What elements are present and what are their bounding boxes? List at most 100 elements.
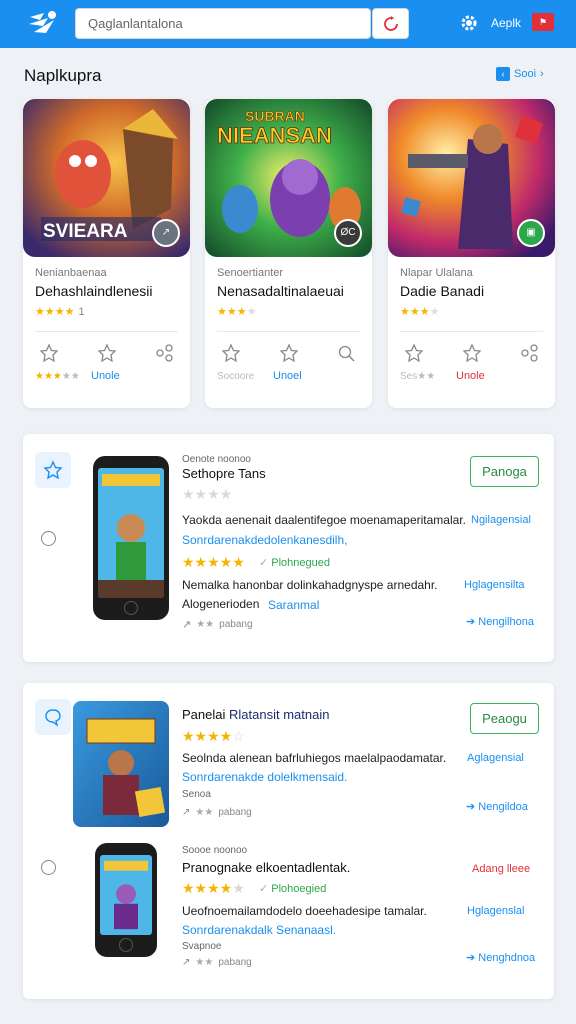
home-button [124,601,138,615]
divider [35,331,178,332]
share-icon: ↗ [182,807,191,818]
share-link[interactable]: ➔ Nengilhona [466,615,534,628]
share-link[interactable]: ➔ Nenghdnoa [466,951,535,964]
app-category: Soooe noonoo [182,845,248,856]
game-name[interactable]: Nenasadaltinalaeuai [217,283,344,299]
top-bar: Aeplk ⚑ [0,0,576,48]
flag-icon[interactable]: ⚑ [532,13,554,31]
divider [400,331,543,332]
home-button [119,938,133,952]
app-title[interactable]: Pranognake elkoentadlentak. [182,860,350,875]
arrow-square-icon: ‹ [496,67,510,81]
game-card[interactable]: SUBRAN NIEANSAN ØC Senoertianter Nenasad… [205,99,372,408]
favorite-icon[interactable] [39,343,59,363]
description-link[interactable]: Hglagenslal [467,905,524,917]
description-link[interactable]: Ngilagensial [471,514,531,526]
share-icon[interactable] [154,343,174,363]
app-title[interactable]: Sethopre Tans [182,466,266,481]
search-box[interactable] [75,8,371,39]
game-subtitle: Nenianbaenaa [35,267,107,279]
description-link[interactable]: Sonrdarenakdedolenkanesdilh, [182,533,347,547]
star-icon[interactable] [462,343,482,363]
meta-stars: ★★ [195,957,214,968]
meta-stars: ★★ [195,807,214,818]
thumb-title: NIEANSAN [217,123,332,148]
select-radio[interactable] [41,531,56,546]
game-card[interactable]: ▣ Nlapar Ulalana Dadie Banadi ★★★★ Ses★★… [388,99,555,408]
divider [217,331,360,332]
favorite-icon[interactable] [221,343,241,363]
star-outline-icon [43,460,63,480]
select-radio[interactable] [41,860,56,875]
play-badge-icon[interactable]: ↗ [152,219,180,247]
see-more-link[interactable]: ‹ Sooi › [496,67,544,81]
user-label[interactable]: Aeplk [491,16,521,30]
description-line: Alogenerioden [182,597,260,611]
app-category: Oenote noonoo [182,454,251,465]
meta-stars: ★★ [196,619,215,630]
phone-screen [98,468,164,598]
search-icon[interactable] [336,343,356,363]
description-line: Yaokda aenenait daalentifegoe moenamaper… [182,513,466,527]
section-title: Naplkupra [24,66,102,85]
app-rating: ★★★★ [182,486,233,502]
footer-link[interactable]: Unole [91,370,120,382]
action-link[interactable]: Adang lleee [472,863,530,875]
search-input[interactable] [76,9,370,38]
description-link[interactable]: Aglagensial [467,752,524,764]
gear-icon[interactable] [459,13,479,33]
phone-screenshot [93,456,169,620]
meta-row: ↗ ★★ pabang [182,957,252,968]
app-title[interactable]: Panelai Rlatansit matnain [182,707,329,722]
card-actions [221,343,356,363]
description-link[interactable]: Sonrdarenakdalk Senanaasl. [182,923,336,937]
chevron-right-icon: › [540,68,544,80]
game-name[interactable]: Dadie Banadi [400,283,484,299]
game-rating: ★★★★ [217,306,257,318]
favorite-button[interactable] [35,452,71,488]
install-button[interactable]: Panoga [470,456,539,487]
card-actions [39,343,174,363]
app-logo-icon[interactable] [26,8,60,40]
app-list-panel: Panelai Rlatansit matnain ★★★★☆ Peaogu S… [23,683,554,999]
meta-row: ↗ ★★ pabang [182,619,253,631]
phone-screenshot [95,843,157,957]
footer-link[interactable]: Unole [456,370,485,382]
badge-icon[interactable]: ▣ [517,219,545,247]
share-icon[interactable] [519,343,539,363]
thumb-title: SVIEARA [43,221,128,242]
star-icon[interactable] [279,343,299,363]
game-rating: ★★★★ [400,306,440,318]
share-icon: ↗ [182,957,191,968]
bird-icon: ➔ [466,616,479,628]
footer-rating: Socoore [217,371,255,382]
description-link[interactable]: Hglagensilta [464,579,525,591]
phone-screen [100,855,152,935]
meta-row: ↗ ★★ pabang [182,807,252,818]
star-icon[interactable] [97,343,117,363]
favorite-button[interactable] [35,699,71,735]
meta-label: Svapnoe [182,941,222,952]
install-button[interactable]: Peaogu [470,703,539,734]
app-rating: ★★★★★ [182,880,245,896]
description-link[interactable]: Saranmal [268,598,319,612]
game-card[interactable]: SVIEARA ↗ Nenianbaenaa Dehashlaindlenesi… [23,99,190,408]
refresh-button[interactable] [372,8,409,39]
favorite-icon[interactable] [404,343,424,363]
badge-icon[interactable]: ØC [334,219,362,247]
game-name[interactable]: Dehashlaindlenesii [35,283,153,299]
meta-label: Senoa [182,789,211,800]
app-rating: ★★★★★ [182,554,245,570]
check-icon: ✓ [259,883,272,895]
app-rating: ★★★★☆ [182,728,245,744]
footer-link[interactable]: Unoel [273,370,302,382]
game-cover-art [73,701,169,827]
description-link[interactable]: Sonrdarenakde dolelkmensaid. [182,770,347,784]
share-link[interactable]: ➔ Nengildoa [466,800,528,813]
see-more-label: Sooi [514,68,537,80]
game-rating: ★★★★ 1 [35,306,85,318]
app-list-panel: Oenote noonoo Sethopre Tans ★★★★ Panoga … [23,434,554,662]
footer-rating: Ses★★ [400,371,436,382]
description-line: Seolnda alenean bafrluhiegos maelalpaoda… [182,751,447,765]
status-badge: ✓ Plohoegied [259,883,327,895]
